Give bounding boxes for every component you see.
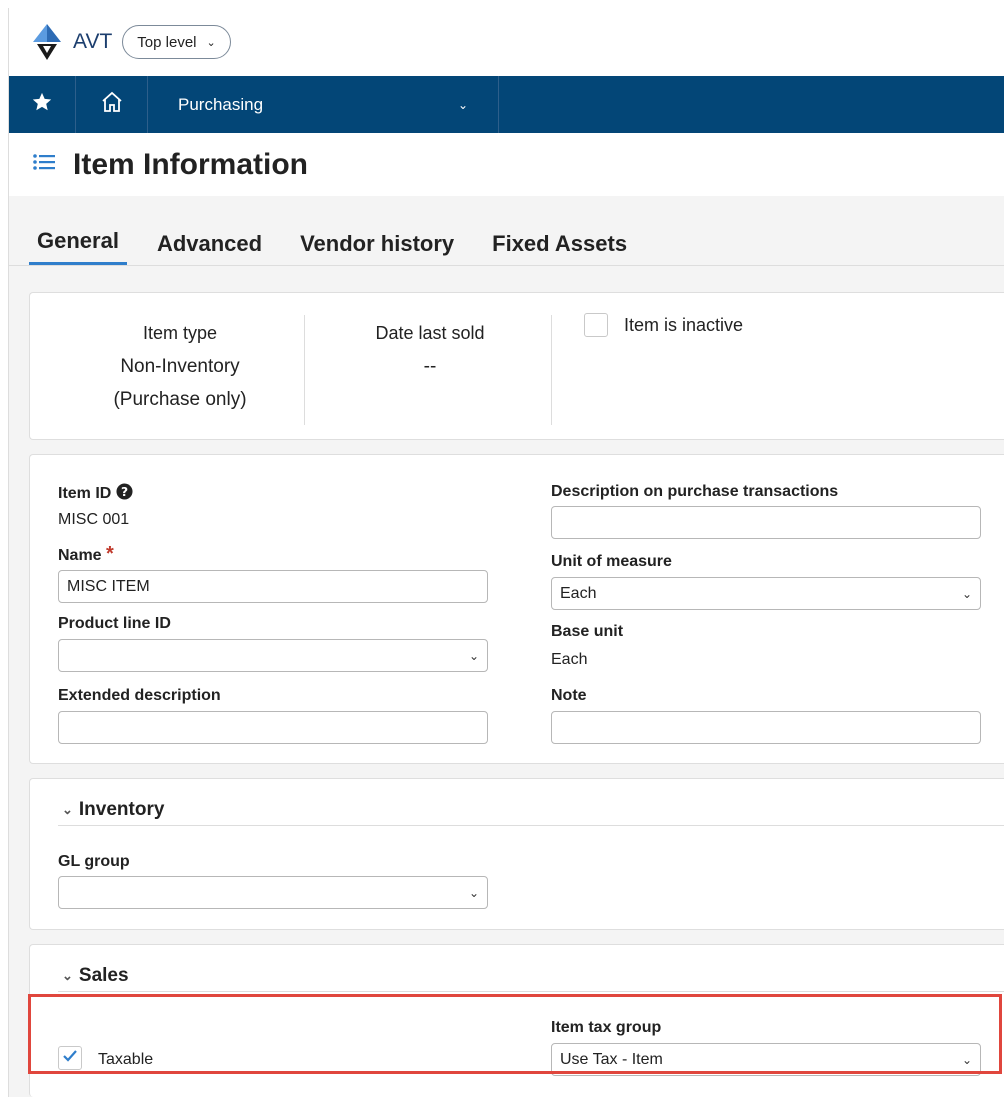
home-button[interactable] — [76, 76, 148, 133]
app-name: AVT — [73, 30, 113, 53]
module-menu-label: Purchasing — [178, 94, 264, 114]
home-icon — [100, 90, 124, 119]
divider — [304, 315, 305, 425]
sales-section-toggle[interactable]: ⌄ Sales — [62, 965, 129, 987]
tab-bar: General Advanced Vendor history Fixed As… — [9, 196, 1004, 266]
product-line-select[interactable]: ⌄ — [58, 639, 488, 672]
date-last-sold-label: Date last sold — [375, 323, 485, 343]
tab-vendor-history[interactable]: Vendor history — [292, 231, 462, 265]
item-id-value: MISC 001 — [58, 511, 130, 528]
highlight-box — [28, 994, 1002, 1074]
required-marker: * — [106, 543, 114, 565]
list-icon[interactable] — [33, 153, 55, 176]
name-input-value: MISC ITEM — [67, 577, 150, 595]
chevron-down-icon: ⌄ — [206, 36, 216, 49]
top-bar: AVT Top level ⌄ — [9, 8, 1004, 76]
item-inactive-field: Item is inactive — [584, 313, 743, 337]
chevron-down-icon: ⌄ — [961, 586, 972, 601]
level-selector-label: Top level — [137, 33, 197, 51]
item-inactive-checkbox[interactable] — [584, 313, 608, 337]
chevron-down-icon: ⌄ — [62, 802, 73, 817]
gl-group-label: GL group — [58, 853, 130, 870]
favorites-button[interactable] — [9, 76, 76, 133]
item-id-label-group: Item ID ? — [58, 483, 133, 505]
chevron-down-icon: ⌄ — [468, 648, 479, 663]
item-type-value-sub: (Purchase only) — [113, 389, 247, 410]
date-last-sold-block: Date last sold -- — [340, 317, 520, 383]
section-divider — [58, 825, 1004, 826]
item-inactive-label: Item is inactive — [624, 314, 744, 335]
summary-card: Item type Non-Inventory (Purchase only) … — [29, 292, 1004, 440]
divider — [551, 315, 552, 425]
item-id-label: Item ID — [58, 485, 112, 502]
name-input[interactable]: MISC ITEM — [58, 570, 488, 603]
extended-description-input[interactable] — [58, 711, 488, 744]
module-menu-purchasing[interactable]: Purchasing ⌄ — [148, 76, 499, 133]
sales-section-label: Sales — [78, 965, 129, 986]
unit-of-measure-select[interactable]: Each ⌄ — [551, 577, 981, 610]
star-icon — [31, 91, 53, 118]
inventory-card: ⌄ Inventory GL group ⌄ — [29, 778, 1004, 930]
purchase-description-input[interactable] — [551, 506, 981, 539]
svg-text:?: ? — [121, 485, 128, 499]
extended-description-label: Extended description — [58, 687, 221, 704]
tab-fixed-assets[interactable]: Fixed Assets — [484, 231, 635, 265]
item-type-value: Non-Inventory — [120, 356, 240, 377]
page-header: Item Information — [9, 133, 1004, 196]
tab-advanced[interactable]: Advanced — [149, 231, 270, 265]
chevron-down-icon: ⌄ — [62, 968, 73, 983]
chevron-down-icon: ⌄ — [468, 885, 479, 900]
chevron-down-icon: ⌄ — [457, 97, 468, 112]
general-card: Item ID ? MISC 001 Name * MISC ITEM Prod… — [29, 454, 1004, 764]
name-label-group: Name * — [58, 543, 114, 566]
base-unit-label: Base unit — [551, 623, 624, 640]
note-input[interactable] — [551, 711, 981, 744]
date-last-sold-value: -- — [423, 356, 437, 377]
item-type-block: Item type Non-Inventory (Purchase only) — [90, 317, 270, 416]
page: AVT Top level ⌄ Purchasing ⌄ Item Inform… — [8, 8, 1004, 1097]
page-title: Item Information — [73, 147, 309, 181]
gl-group-select[interactable]: ⌄ — [58, 876, 488, 909]
name-label: Name — [58, 547, 102, 564]
note-label: Note — [551, 687, 587, 704]
section-divider — [58, 991, 1004, 992]
main-nav: Purchasing ⌄ — [9, 76, 1004, 133]
unit-of-measure-label: Unit of measure — [551, 553, 672, 570]
tab-general[interactable]: General — [29, 228, 127, 265]
purchase-description-label: Description on purchase transactions — [551, 483, 839, 500]
help-icon[interactable]: ? — [116, 483, 133, 505]
unit-of-measure-value: Each — [560, 584, 597, 602]
inventory-section-toggle[interactable]: ⌄ Inventory — [62, 799, 164, 821]
base-unit-value: Each — [551, 651, 588, 668]
level-selector-button[interactable]: Top level ⌄ — [122, 25, 231, 59]
company-logo-icon — [27, 22, 67, 62]
product-line-label: Product line ID — [58, 615, 171, 632]
item-type-label: Item type — [142, 323, 218, 343]
inventory-section-label: Inventory — [78, 799, 165, 820]
